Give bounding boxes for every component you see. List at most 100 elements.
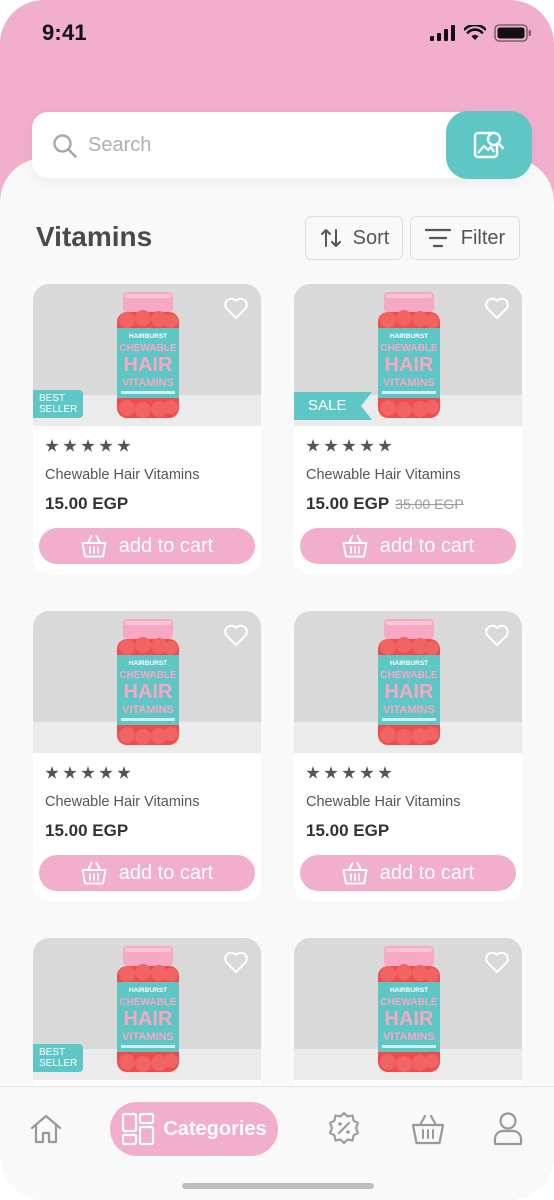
- nav-offers[interactable]: [327, 1111, 361, 1150]
- search-input[interactable]: [88, 126, 428, 164]
- best-seller-line1: BEST: [39, 1047, 66, 1058]
- bottle-brand: HAIRBURST: [129, 660, 167, 667]
- battery-icon: [494, 24, 531, 42]
- product-image[interactable]: HAIRBURST CHEWABLE HAIR VITAMINS: [33, 611, 261, 753]
- filter-icon: [424, 228, 451, 248]
- favorite-heart-icon[interactable]: [484, 623, 510, 647]
- price-row: 15.00 EGP: [45, 494, 128, 514]
- star-icon: [45, 439, 59, 452]
- add-to-cart-button[interactable]: add to cart: [300, 528, 516, 564]
- favorite-heart-icon[interactable]: [223, 296, 249, 320]
- filter-button[interactable]: Filter: [410, 216, 520, 260]
- favorite-heart-icon[interactable]: [484, 950, 510, 974]
- status-bar: 9:41: [0, 0, 554, 70]
- star-icon: [378, 439, 392, 452]
- star-icon: [63, 766, 77, 779]
- star-icon: [81, 766, 95, 779]
- product-image[interactable]: HAIRBURST CHEWABLE HAIR VITAMINS BEST SE…: [33, 938, 261, 1080]
- image-search-button[interactable]: [446, 111, 532, 179]
- sort-label: Sort: [352, 226, 390, 249]
- price-row: 15.00 EGP: [306, 821, 389, 841]
- status-icons: [430, 24, 532, 42]
- best-seller-line1: BEST: [39, 393, 66, 404]
- product-image[interactable]: HAIRBURST CHEWABLE HAIR VITAMINS BEST SE…: [33, 284, 261, 426]
- product-card[interactable]: HAIRBURST CHEWABLE HAIR VITAMINS Chewabl…: [33, 611, 261, 901]
- sale-badge: SALE: [294, 392, 372, 420]
- bottle-line1: CHEWABLE: [119, 670, 177, 681]
- add-to-cart-label: add to cart: [379, 534, 475, 557]
- home-icon: [30, 1114, 62, 1144]
- star-icon: [324, 766, 338, 779]
- star-icon: [99, 439, 113, 452]
- bottle-line1: CHEWABLE: [380, 670, 438, 681]
- star-icon: [360, 766, 374, 779]
- nav-home[interactable]: [28, 1111, 64, 1152]
- add-to-cart-button[interactable]: add to cart: [39, 855, 255, 891]
- home-indicator: [182, 1183, 374, 1189]
- bottle-brand: HAIRBURST: [390, 660, 428, 667]
- product-name: Chewable Hair Vitamins: [45, 467, 200, 483]
- vitamin-bottle-image: HAIRBURST CHEWABLE HAIR VITAMINS: [117, 946, 179, 1072]
- bottle-line3: VITAMINS: [122, 377, 174, 389]
- product-card[interactable]: HAIRBURST CHEWABLE HAIR VITAMINS BEST SE…: [33, 284, 261, 574]
- star-icon: [324, 439, 338, 452]
- categories-icon: [122, 1112, 155, 1146]
- profile-icon: [493, 1112, 523, 1146]
- bottle-line2: HAIR: [124, 354, 173, 376]
- add-to-cart-button[interactable]: add to cart: [39, 528, 255, 564]
- bottle-line3: VITAMINS: [383, 377, 435, 389]
- vitamin-bottle-image: HAIRBURST CHEWABLE HAIR VITAMINS: [117, 619, 179, 745]
- nav-profile[interactable]: [491, 1111, 525, 1152]
- product-card[interactable]: HAIRBURST CHEWABLE HAIR VITAMINS Chewabl…: [294, 611, 522, 901]
- bottle-line1: CHEWABLE: [380, 997, 438, 1008]
- wifi-icon: [464, 25, 486, 40]
- bottle-line3: VITAMINS: [122, 1031, 174, 1043]
- best-seller-badge: BEST SELLER: [33, 1044, 83, 1072]
- product-name: Chewable Hair Vitamins: [306, 794, 461, 810]
- add-to-cart-label: add to cart: [118, 534, 214, 557]
- star-icon: [306, 439, 320, 452]
- bottle-brand: HAIRBURST: [390, 333, 428, 340]
- phone-screen: 9:41 Search Vitamins Sort Filter HAIRBUR…: [0, 0, 554, 1200]
- star-icon: [342, 766, 356, 779]
- bottle-line3: VITAMINS: [122, 704, 174, 716]
- vitamin-bottle-image: HAIRBURST CHEWABLE HAIR VITAMINS: [117, 292, 179, 418]
- bottle-brand: HAIRBURST: [129, 333, 167, 340]
- nav-cart[interactable]: [410, 1111, 446, 1152]
- add-to-cart-button[interactable]: add to cart: [300, 855, 516, 891]
- product-card[interactable]: HAIRBURST CHEWABLE HAIR VITAMINS SALE Ch…: [294, 284, 522, 574]
- vitamin-bottle-image: HAIRBURST CHEWABLE HAIR VITAMINS: [378, 619, 440, 745]
- add-to-cart-label: add to cart: [379, 861, 475, 884]
- product-image[interactable]: HAIRBURST CHEWABLE HAIR VITAMINS SALE: [294, 284, 522, 426]
- bottle-line3: VITAMINS: [383, 704, 435, 716]
- nav-categories[interactable]: Categories: [110, 1102, 278, 1156]
- star-icon: [99, 766, 113, 779]
- star-icon: [342, 439, 356, 452]
- best-seller-line2: SELLER: [39, 404, 78, 415]
- product-price: 15.00 EGP: [306, 494, 390, 513]
- favorite-heart-icon[interactable]: [223, 623, 249, 647]
- search-icon: [53, 134, 77, 158]
- product-image[interactable]: HAIRBURST CHEWABLE HAIR VITAMINS: [294, 938, 522, 1080]
- rating-stars: [306, 766, 392, 780]
- price-row: 15.00 EGP: [45, 821, 128, 841]
- best-seller-line2: SELLER: [39, 1058, 78, 1069]
- star-icon: [378, 766, 392, 779]
- sort-icon: [320, 229, 341, 247]
- product-price: 15.00 EGP: [45, 821, 129, 840]
- rating-stars: [306, 439, 392, 453]
- bottle-line2: HAIR: [124, 681, 173, 703]
- bottle-line3: VITAMINS: [383, 1031, 435, 1043]
- product-price: 15.00 EGP: [45, 494, 129, 513]
- product-image[interactable]: HAIRBURST CHEWABLE HAIR VITAMINS: [294, 611, 522, 753]
- favorite-heart-icon[interactable]: [484, 296, 510, 320]
- bottle-line1: CHEWABLE: [380, 343, 438, 354]
- basket-icon: [81, 535, 107, 558]
- product-name: Chewable Hair Vitamins: [45, 794, 200, 810]
- sort-button[interactable]: Sort: [305, 216, 403, 260]
- star-icon: [81, 439, 95, 452]
- offers-icon: [329, 1112, 359, 1144]
- favorite-heart-icon[interactable]: [223, 950, 249, 974]
- product-old-price: 35.00 EGP: [395, 496, 464, 512]
- star-icon: [360, 439, 374, 452]
